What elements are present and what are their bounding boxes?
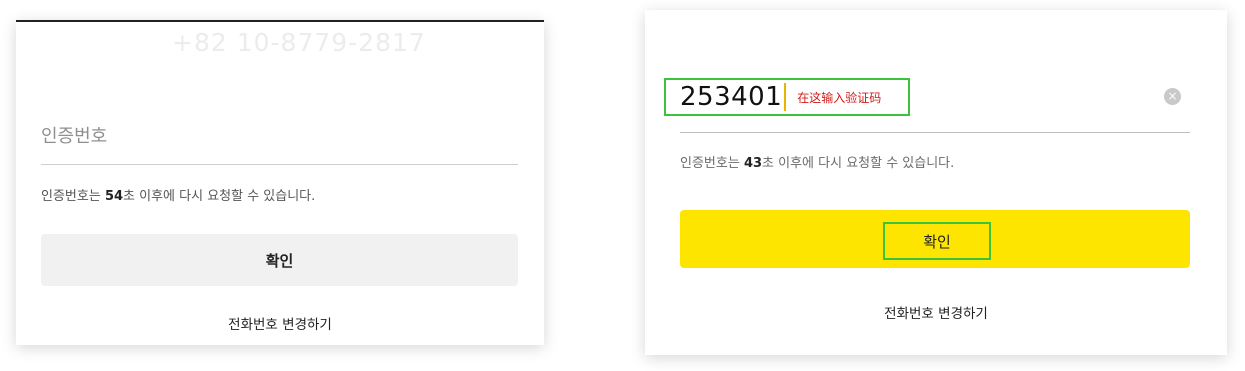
change-phone-link[interactable]: 전화번호 변경하기 [645, 302, 1227, 322]
timer-prefix: 인증번호는 [680, 156, 744, 171]
verification-panel-after: 253401 在这输入验证码 × 인증번호는 43초 이후에 다시 요청할 수 … [645, 10, 1227, 355]
timer-seconds: 43 [743, 156, 763, 171]
timer-prefix: 인증번호는 [41, 189, 105, 204]
resend-timer-text: 인증번호는 43초 이후에 다시 요청할 수 있습니다. [680, 152, 954, 171]
confirm-label: 확인 [883, 222, 991, 260]
change-phone-link[interactable]: 전화번호 변경하기 [16, 313, 544, 333]
confirm-button[interactable]: 확인 [680, 210, 1190, 268]
verification-code-input[interactable]: 253401 在这输入验证码 [664, 78, 910, 116]
divider [16, 20, 544, 22]
input-underline [41, 164, 518, 165]
phone-number-text: +82 10-8779-2817 [172, 28, 426, 57]
timer-suffix: 초 이후에 다시 요청할 수 있습니다. [762, 156, 955, 171]
timer-seconds: 54 [104, 189, 124, 204]
timer-suffix: 초 이후에 다시 요청할 수 있습니다. [123, 189, 316, 204]
confirm-button[interactable]: 확인 [41, 234, 518, 286]
clear-icon[interactable]: × [1164, 88, 1181, 105]
resend-timer-text: 인증번호는 54초 이후에 다시 요청할 수 있습니다. [41, 185, 315, 204]
text-cursor [784, 83, 787, 111]
verification-panel-before: +82 10-8779-2817 인증번호 인증번호는 54초 이후에 다시 요… [16, 20, 544, 345]
code-value: 253401 [680, 82, 783, 112]
verification-code-input[interactable]: 인증번호 [41, 122, 107, 148]
input-underline [680, 132, 1190, 133]
annotation-hint: 在这输入验证码 [797, 90, 882, 105]
